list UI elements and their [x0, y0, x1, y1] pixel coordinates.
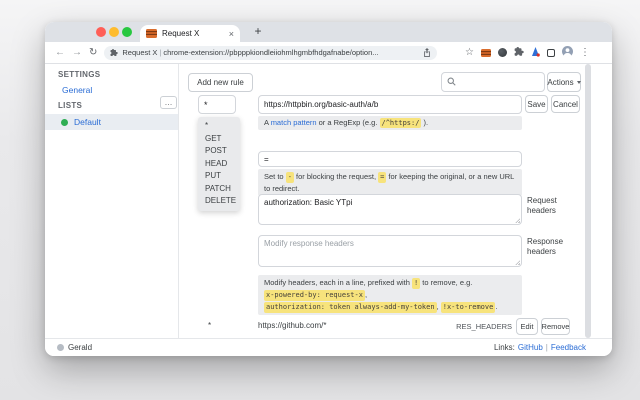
match-pattern-link[interactable]: match pattern: [271, 118, 317, 127]
regexp-example-chip: /^https:/: [380, 118, 422, 128]
browser-tab[interactable]: Request X ×: [140, 25, 240, 42]
redirect-help-text: Set to - for blocking the request, = for…: [258, 169, 522, 196]
method-option-head[interactable]: HEAD: [198, 158, 240, 171]
back-icon[interactable]: ←: [55, 48, 65, 58]
author-name: Gerald: [68, 343, 92, 352]
rule-type-badge: RES_HEADERS: [456, 322, 512, 331]
browser-menu-icon[interactable]: ⋮: [580, 48, 590, 58]
method-option-put[interactable]: PUT: [198, 170, 240, 183]
tab-strip: Request X × +: [45, 22, 612, 42]
main-panel: Add new rule Actions * Save Cancel A mat…: [45, 64, 612, 338]
vertical-scrollbar[interactable]: [585, 64, 591, 338]
extension-page-icon: [110, 44, 118, 62]
header-example1-chip: x-powered-by: request-x: [264, 290, 365, 301]
profile-avatar-icon[interactable]: [562, 44, 573, 62]
address-separator: |: [159, 48, 161, 57]
method-input[interactable]: *: [198, 95, 236, 114]
footer-links: Links: GitHub | Feedback: [494, 343, 586, 352]
feedback-link[interactable]: Feedback: [551, 343, 586, 352]
author-credit: Gerald: [57, 343, 92, 352]
toolbar-icons: ☆ ⋮: [465, 44, 590, 62]
requestx-extension-icon[interactable]: [481, 49, 491, 57]
browser-toolbar: ← → ↻ Request X|chrome-extension://pbppp…: [45, 42, 612, 64]
page-footer: Gerald Links: GitHub | Feedback: [45, 338, 612, 356]
headers-help-line3: authorization: token always-add-my-token…: [264, 301, 516, 313]
share-icon[interactable]: [423, 44, 431, 62]
page-content: SETTINGS General LISTS … Default Add new…: [45, 64, 612, 338]
search-box[interactable]: [441, 72, 545, 92]
response-headers-label: Response headers: [527, 237, 567, 257]
edit-rule-button[interactable]: Edit: [516, 318, 538, 335]
search-input[interactable]: [460, 77, 539, 88]
save-button[interactable]: Save: [525, 95, 548, 113]
remove-rule-button[interactable]: Remove: [541, 318, 570, 335]
author-avatar-icon: [57, 344, 64, 351]
extension-icon-square[interactable]: [547, 49, 555, 57]
requestx-favicon-icon: [146, 29, 157, 38]
url-help-text: A match pattern or a RegExp (e.g. /^http…: [258, 116, 522, 130]
actions-label: Actions: [547, 78, 573, 87]
headers-help-text: Modify headers, each in a line, prefixed…: [258, 275, 522, 315]
browser-window: Request X × + ← → ↻ Request X|chrome-ext…: [45, 22, 612, 356]
method-option-any[interactable]: *: [198, 120, 240, 133]
new-tab-button[interactable]: +: [250, 24, 266, 40]
header-example3-chip: !x-to-remove: [441, 302, 496, 313]
cancel-button[interactable]: Cancel: [551, 95, 580, 113]
method-option-get[interactable]: GET: [198, 133, 240, 146]
site-name: Request X: [122, 48, 157, 57]
caret-down-icon: [577, 81, 581, 84]
method-option-patch[interactable]: PATCH: [198, 183, 240, 196]
add-new-rule-button[interactable]: Add new rule: [188, 73, 253, 92]
links-label: Links:: [494, 343, 515, 352]
rule-row-url: https://github.com/*: [258, 321, 326, 330]
address-text: Request X|chrome-extension://pbpppkiondl…: [122, 48, 419, 57]
extension-icon-dark[interactable]: [498, 48, 507, 57]
forward-icon[interactable]: →: [72, 48, 82, 58]
minimize-window-button[interactable]: [109, 27, 119, 37]
extension-icon-blue[interactable]: [531, 44, 540, 62]
search-icon: [447, 73, 456, 91]
bang-code-chip: !: [412, 278, 420, 289]
rule-url-input[interactable]: [258, 95, 522, 114]
block-code-chip: -: [286, 172, 294, 183]
desktop: Request X × + ← → ↻ Request X|chrome-ext…: [0, 0, 640, 400]
response-headers-textarea[interactable]: [258, 235, 522, 267]
request-headers-textarea[interactable]: authorization: Basic YTpi: [258, 194, 522, 225]
address-bar[interactable]: Request X|chrome-extension://pbpppkiondl…: [104, 46, 437, 60]
method-dropdown: * GET POST HEAD PUT PATCH DELETE: [198, 117, 240, 211]
close-tab-icon[interactable]: ×: [229, 29, 234, 39]
redirect-input[interactable]: [258, 151, 522, 167]
extensions-puzzle-icon[interactable]: [514, 44, 524, 62]
page-url: chrome-extension://pbpppkiondleiiohmlhgm…: [163, 48, 378, 57]
tab-title: Request X: [162, 29, 226, 38]
links-separator: |: [546, 343, 548, 352]
maximize-window-button[interactable]: [122, 27, 132, 37]
close-window-button[interactable]: [96, 27, 106, 37]
header-example2-chip: authorization: token always-add-my-token: [264, 302, 437, 313]
method-option-delete[interactable]: DELETE: [198, 195, 240, 208]
method-option-post[interactable]: POST: [198, 145, 240, 158]
request-headers-label: Request headers: [527, 196, 567, 216]
headers-help-line1: Modify headers, each in a line, prefixed…: [264, 277, 516, 289]
bookmark-star-icon[interactable]: ☆: [465, 48, 474, 58]
reload-icon[interactable]: ↻: [89, 48, 97, 58]
github-link[interactable]: GitHub: [518, 343, 543, 352]
headers-help-line2: x-powered-by: request-x,: [264, 289, 516, 301]
actions-button[interactable]: Actions: [547, 72, 581, 92]
rule-row-method: *: [208, 321, 211, 330]
